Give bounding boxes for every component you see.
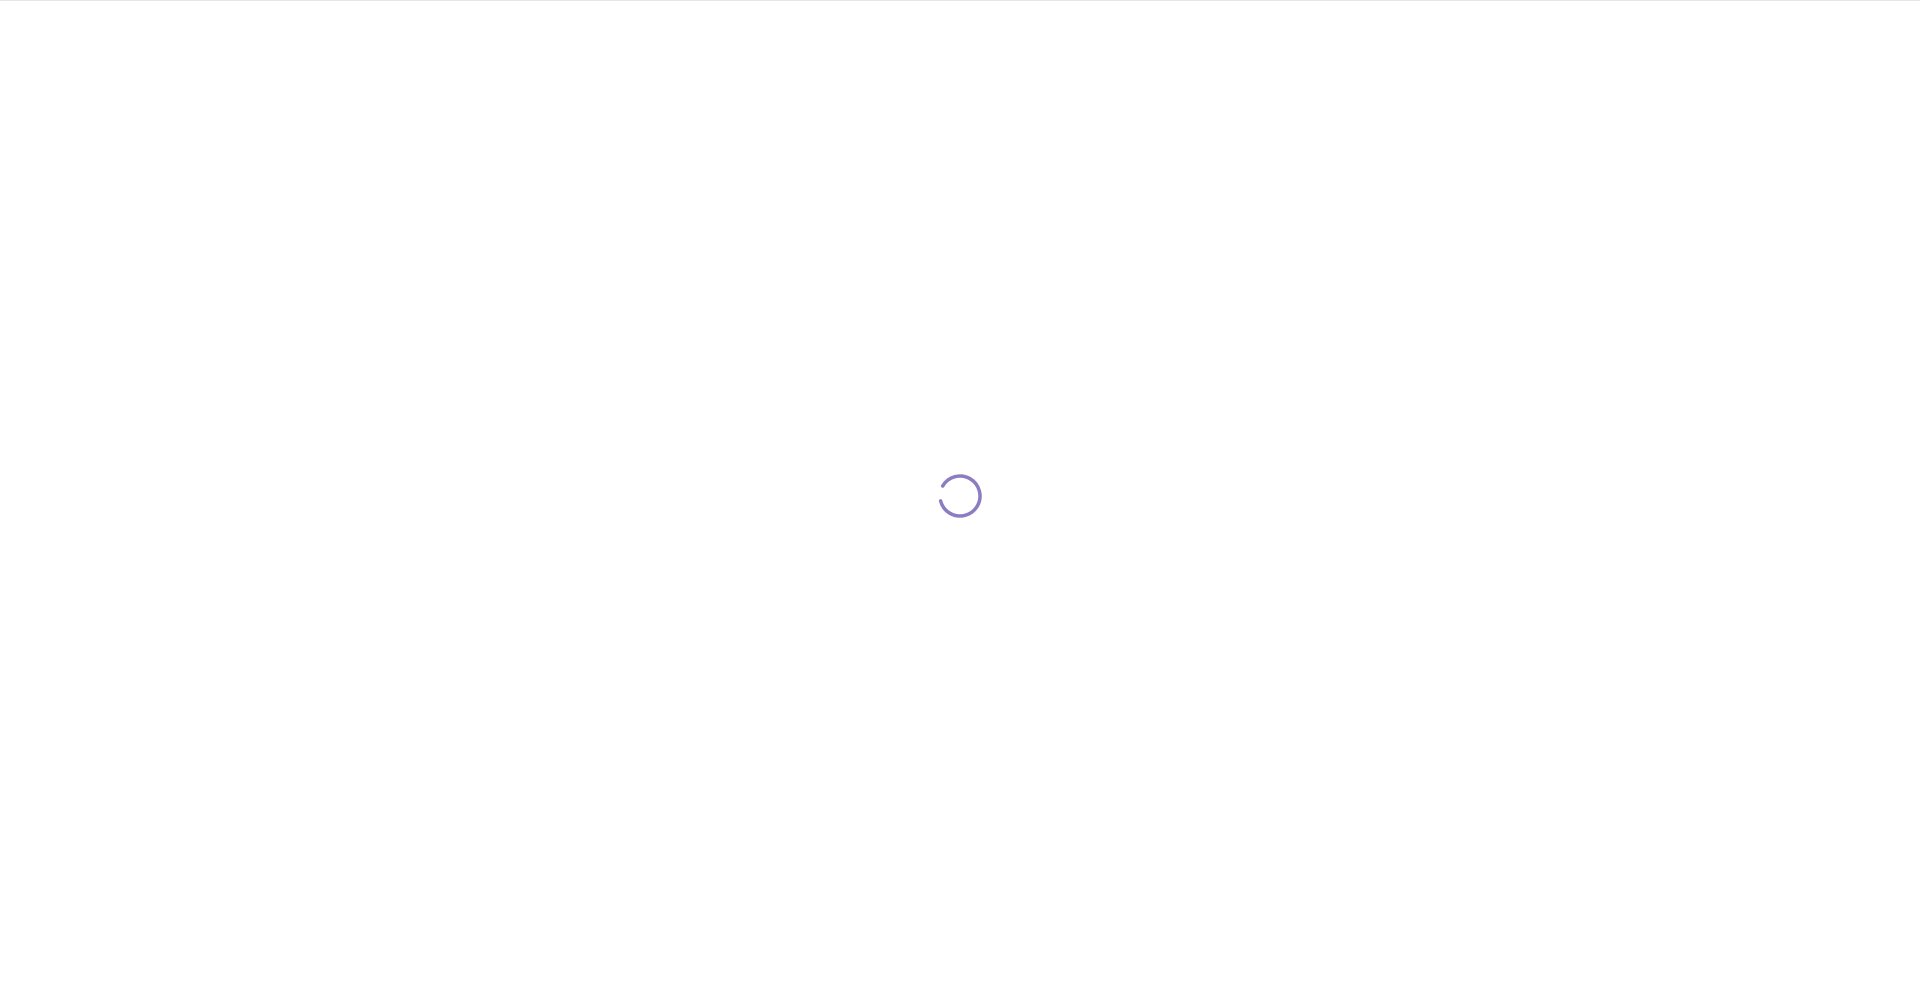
- top-divider: [0, 0, 1920, 1]
- spinner-arc: [938, 474, 982, 518]
- loading-spinner: [936, 472, 984, 520]
- loading-page: [0, 0, 1920, 993]
- loading-spinner-icon: [938, 474, 982, 518]
